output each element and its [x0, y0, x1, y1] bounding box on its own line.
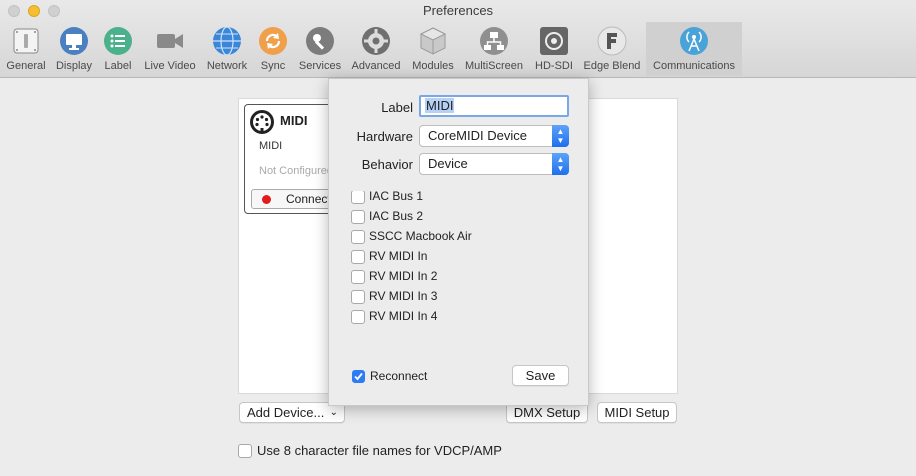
- antenna-icon: [680, 27, 708, 55]
- midi-setup-button[interactable]: MIDI Setup: [597, 402, 677, 423]
- port-checkbox[interactable]: [351, 250, 365, 264]
- behavior-caption: Behavior: [361, 157, 413, 172]
- device-settings-popover: Label MIDI Hardware CoreMIDI Device ▲ ▼ B…: [328, 78, 589, 406]
- status-dot-icon: [262, 195, 271, 204]
- behavior-select[interactable]: Device ▲ ▼: [419, 153, 569, 175]
- network-diagram-icon: [480, 27, 508, 55]
- label-input[interactable]: MIDI: [419, 95, 569, 117]
- port-label: RV MIDI In: [369, 249, 428, 263]
- window-title: Preferences: [422, 3, 494, 18]
- tab-network[interactable]: Network: [203, 22, 251, 76]
- checkmark-icon: [354, 372, 363, 381]
- port-checkbox[interactable]: [351, 230, 365, 244]
- save-button[interactable]: Save: [512, 365, 569, 386]
- file-names-checkbox[interactable]: [238, 444, 252, 458]
- file-names-label: Use 8 character file names for VDCP/AMP: [257, 443, 502, 458]
- tab-label[interactable]: Label: [100, 22, 136, 76]
- port-checkbox[interactable]: [351, 310, 365, 324]
- hardware-select-value: CoreMIDI Device: [428, 128, 527, 143]
- video-camera-icon: [157, 34, 183, 48]
- general-icon: [13, 28, 39, 54]
- reconnect-checkbox[interactable]: [352, 370, 365, 383]
- reconnect-label: Reconnect: [370, 369, 428, 383]
- midi-ports-list: IAC Bus 1 IAC Bus 2 SSCC Macbook Air RV …: [329, 191, 590, 331]
- tab-advanced[interactable]: Advanced: [348, 22, 404, 76]
- port-checkbox[interactable]: [351, 210, 365, 224]
- sync-icon: [259, 27, 287, 55]
- tab-communications[interactable]: Communications: [646, 22, 742, 76]
- tab-services[interactable]: Services: [295, 22, 345, 76]
- tab-sync[interactable]: Sync: [255, 22, 291, 76]
- preferences-toolbar: General Display Label Live Video Network…: [0, 22, 916, 78]
- add-device-label: Add Device...: [247, 405, 325, 420]
- tab-display[interactable]: Display: [52, 22, 96, 76]
- port-checkbox[interactable]: [351, 270, 365, 284]
- port-label: IAC Bus 2: [369, 209, 424, 223]
- gear-icon: [362, 27, 390, 55]
- tab-live-video[interactable]: Live Video: [140, 22, 200, 76]
- title-bar: Preferences General Display Label Live V…: [0, 0, 916, 78]
- tab-multiscreen[interactable]: MultiScreen: [462, 22, 526, 76]
- connect-button-label: Connect: [286, 192, 331, 206]
- tab-general[interactable]: General: [4, 22, 48, 76]
- hardware-caption: Hardware: [356, 129, 413, 144]
- display-icon: [60, 27, 88, 55]
- port-label: RV MIDI In 3: [369, 289, 438, 303]
- tab-hd-sdi[interactable]: HD-SDI: [530, 22, 578, 76]
- hardware-select[interactable]: CoreMIDI Device ▲ ▼: [419, 125, 569, 147]
- port-checkbox[interactable]: [351, 191, 365, 204]
- behavior-select-value: Device: [428, 156, 468, 171]
- globe-icon: [213, 26, 241, 56]
- select-arrows-icon: ▲ ▼: [552, 125, 569, 147]
- wrench-icon: [306, 27, 334, 55]
- midi-connector-icon: [250, 110, 274, 134]
- port-checkbox[interactable]: [351, 290, 365, 304]
- port-label: RV MIDI In 2: [369, 269, 438, 283]
- label-icon: [104, 27, 132, 55]
- select-arrows-icon: ▲ ▼: [552, 153, 569, 175]
- port-label: IAC Bus 1: [369, 191, 424, 203]
- device-title: MIDI: [280, 113, 308, 128]
- box-icon: [419, 27, 447, 55]
- label-input-value: MIDI: [425, 98, 455, 113]
- device-status: Not Configured: [259, 165, 333, 177]
- port-label: RV MIDI In 4: [369, 309, 438, 323]
- port-label: SSCC Macbook Air: [369, 229, 472, 243]
- edge-blend-icon: [597, 26, 627, 56]
- tab-edge-blend[interactable]: Edge Blend: [581, 22, 643, 76]
- label-caption: Label: [381, 100, 413, 115]
- device-subtitle: MIDI: [259, 140, 283, 152]
- hdsdi-icon: [540, 27, 568, 55]
- tab-modules[interactable]: Modules: [408, 22, 458, 76]
